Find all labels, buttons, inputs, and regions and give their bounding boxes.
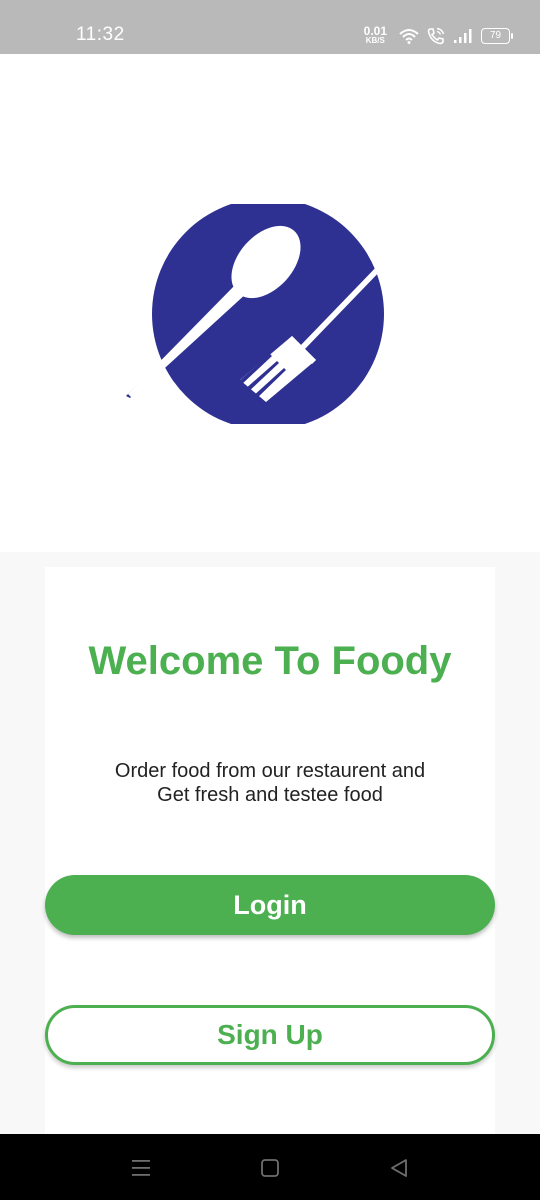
signal-icon: [454, 29, 472, 43]
battery-icon: 79: [481, 28, 513, 44]
subtitle-line-2: Get fresh and testee food: [157, 784, 383, 806]
login-button[interactable]: Login: [45, 875, 495, 935]
back-icon[interactable]: [387, 1156, 411, 1180]
spoon-fork-logo: [126, 204, 412, 424]
menu-icon[interactable]: [130, 1156, 154, 1180]
net-speed-value: 0.01: [363, 24, 387, 38]
status-bar: 11:32 0.01 KB/S 79: [0, 0, 540, 54]
subtitle-line-1: Order food from our restaurent and: [114, 760, 426, 782]
signup-button[interactable]: Sign Up: [45, 1005, 495, 1065]
call-icon: [427, 27, 445, 45]
welcome-section: Welcome To Foody Order food from our res…: [0, 552, 540, 1134]
status-time: 11:32: [76, 24, 125, 45]
net-speed: 0.01 KB/S: [363, 24, 387, 45]
welcome-title: Welcome To Foody: [88, 639, 452, 683]
navigation-bar: [0, 1134, 540, 1200]
logo-area: [0, 54, 540, 552]
net-speed-unit: KB/S: [365, 36, 385, 45]
status-icons: 0.01 KB/S 79: [363, 24, 513, 48]
welcome-card: Welcome To Foody Order food from our res…: [45, 567, 495, 1134]
wifi-icon: [399, 29, 419, 44]
welcome-subtitle: Order food from our restaurent and Get f…: [45, 759, 495, 807]
home-icon[interactable]: [258, 1156, 282, 1180]
